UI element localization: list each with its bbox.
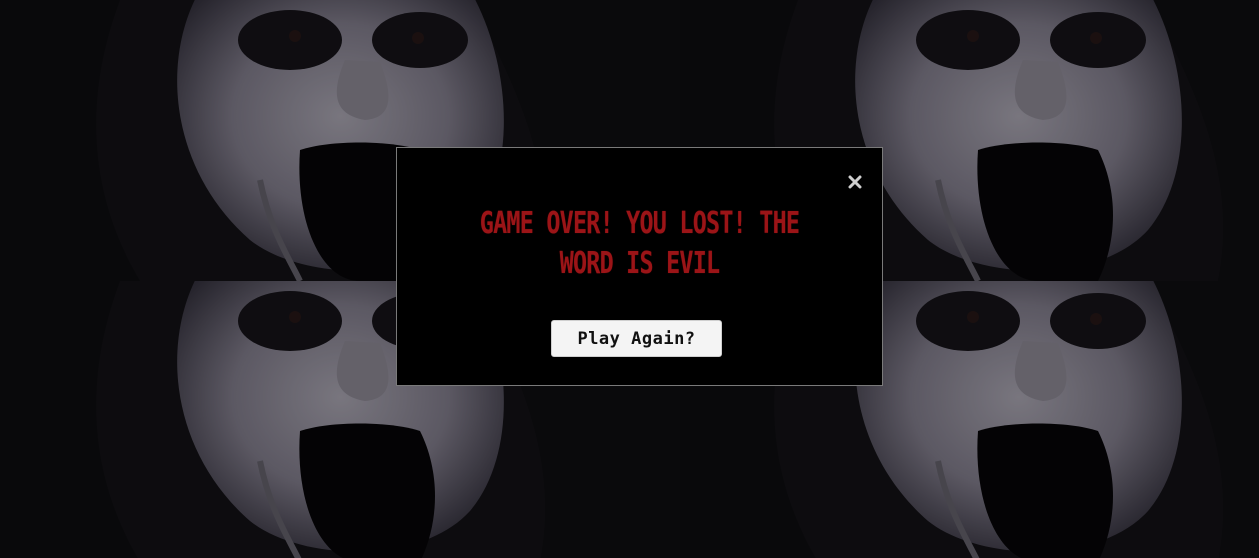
game-over-modal: Game Over! You lost! The word is EVIL Pl… xyxy=(396,147,883,386)
close-icon[interactable] xyxy=(848,175,862,189)
game-over-message: Game Over! You lost! The word is EVIL xyxy=(479,206,800,281)
play-again-button[interactable]: Play Again? xyxy=(551,320,722,357)
